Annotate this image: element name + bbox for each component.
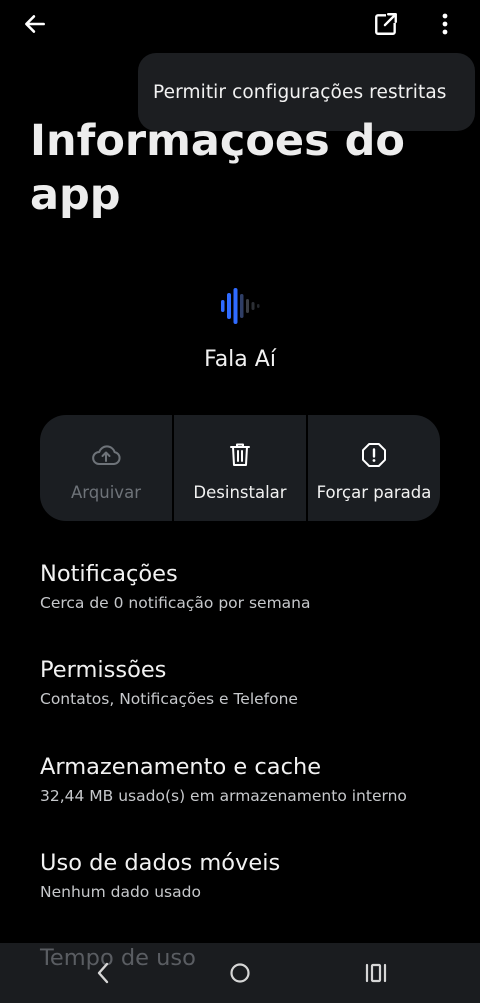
- settings-item-subtitle: Nenhum dado usado: [40, 883, 201, 901]
- app-actions: Arquivar Desinstalar Forçar parada: [40, 415, 440, 521]
- cloud-upload-icon: [92, 445, 121, 465]
- force-stop-button[interactable]: Forçar parada: [308, 415, 440, 521]
- open-in-new-icon: [375, 11, 399, 35]
- more-vert-icon: [442, 13, 448, 35]
- settings-item-subtitle: 32,44 MB usado(s) em armazenamento inter…: [40, 787, 407, 805]
- back-button[interactable]: [14, 6, 56, 42]
- more-options-button[interactable]: [428, 6, 462, 42]
- uninstall-label: Desinstalar: [193, 483, 287, 502]
- app-icon: [218, 286, 264, 326]
- settings-item-notifications[interactable]: Notificações Cerca de 0 notificação por …: [40, 560, 460, 613]
- alert-octagon-icon: [362, 443, 386, 467]
- settings-item-permissions[interactable]: Permissões Contatos, Notificações e Tele…: [40, 656, 460, 709]
- settings-item-mobile-data[interactable]: Uso de dados móveis Nenhum dado usado: [40, 849, 460, 902]
- settings-item-title: Notificações: [40, 561, 178, 587]
- sound-wave-icon: [221, 288, 260, 324]
- nav-recents-button[interactable]: [362, 956, 390, 990]
- open-app-button[interactable]: [366, 6, 406, 42]
- app-name: Fala Aí: [204, 347, 276, 372]
- home-circle-icon: [230, 963, 250, 983]
- trash-icon: [230, 443, 250, 466]
- chevron-left-icon: [97, 962, 109, 984]
- arrow-left-icon: [25, 15, 45, 33]
- top-app-bar: [0, 0, 480, 48]
- menu-item-allow-restricted-settings[interactable]: Permitir configurações restritas: [153, 82, 447, 103]
- nav-home-button[interactable]: [226, 956, 254, 990]
- uninstall-button[interactable]: Desinstalar: [174, 415, 306, 521]
- settings-item-title: Permissões: [40, 657, 167, 683]
- nav-back-button[interactable]: [88, 956, 118, 990]
- settings-item-title: Uso de dados móveis: [40, 850, 281, 876]
- settings-item-title: Armazenamento e cache: [40, 754, 322, 780]
- archive-label: Arquivar: [71, 483, 141, 502]
- page-title: Informaçoes do app: [30, 116, 405, 220]
- settings-item-subtitle: Cerca de 0 notificação por semana: [40, 594, 311, 612]
- settings-item-storage[interactable]: Armazenamento e cache 32,44 MB usado(s) …: [40, 753, 460, 806]
- archive-button[interactable]: Arquivar: [40, 415, 172, 521]
- settings-item-subtitle: Contatos, Notificações e Telefone: [40, 690, 298, 708]
- recents-icon: [365, 963, 387, 983]
- force-stop-label: Forçar parada: [316, 483, 432, 502]
